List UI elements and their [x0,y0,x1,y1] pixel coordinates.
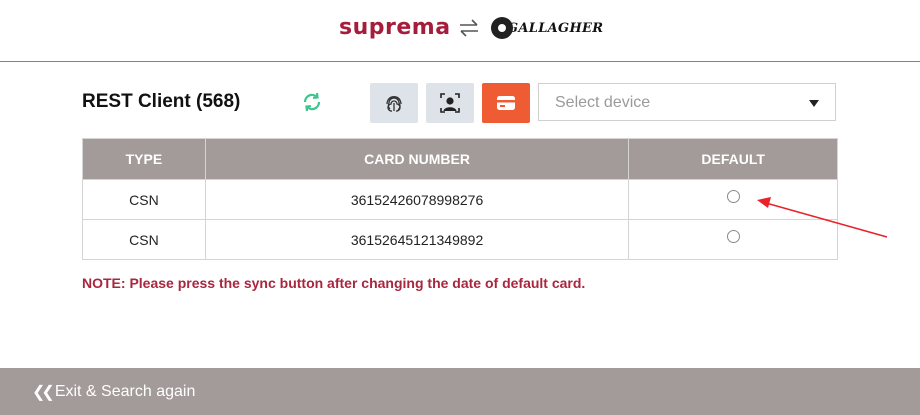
cell-type: CSN [82,219,206,260]
device-select-placeholder: Select device [555,94,651,111]
suprema-logo: suprema [339,15,451,40]
face-icon [440,93,460,113]
app-header: suprema GALLAGHER [0,0,920,62]
card-icon [497,96,515,110]
gallagher-wordmark: GALLAGHER [507,20,604,36]
footer-bar: ❮❮ Exit & Search again [0,368,920,415]
default-radio[interactable] [726,230,740,244]
table-row: CSN 36152645121349892 [82,219,838,260]
exit-search-label: Exit & Search again [54,383,196,400]
face-button[interactable] [426,83,474,123]
device-select[interactable]: Select device [538,83,836,121]
card-table: TYPE CARD NUMBER DEFAULT CSN 36152426078… [82,138,838,260]
column-header-type: TYPE [82,138,206,180]
fingerprint-button[interactable] [370,83,418,123]
gallagher-logo: GALLAGHER [491,16,603,40]
column-header-default: DEFAULT [628,138,838,180]
table-row: CSN 36152426078998276 [82,179,838,220]
chevron-double-left-icon: ❮❮ [32,384,55,401]
gallagher-mark-icon [491,17,513,39]
fingerprint-icon [386,96,402,112]
exit-search-button[interactable]: ❮❮ Exit & Search again [32,382,195,402]
cell-card-number: 36152426078998276 [204,179,630,220]
sync-note: NOTE: Please press the sync button after… [82,275,586,291]
column-header-card-number: CARD NUMBER [204,138,630,180]
sync-icon[interactable] [301,91,323,113]
card-button[interactable] [482,83,530,123]
annotation-arrow-icon [757,197,888,238]
cell-type: CSN [82,179,206,220]
default-radio[interactable] [726,190,740,204]
table-header-row: TYPE CARD NUMBER DEFAULT [82,138,838,180]
swap-arrows-icon [460,19,478,37]
cell-card-number: 36152645121349892 [204,219,630,260]
page-title: REST Client (568) [82,91,241,112]
chevron-down-icon [809,100,819,107]
